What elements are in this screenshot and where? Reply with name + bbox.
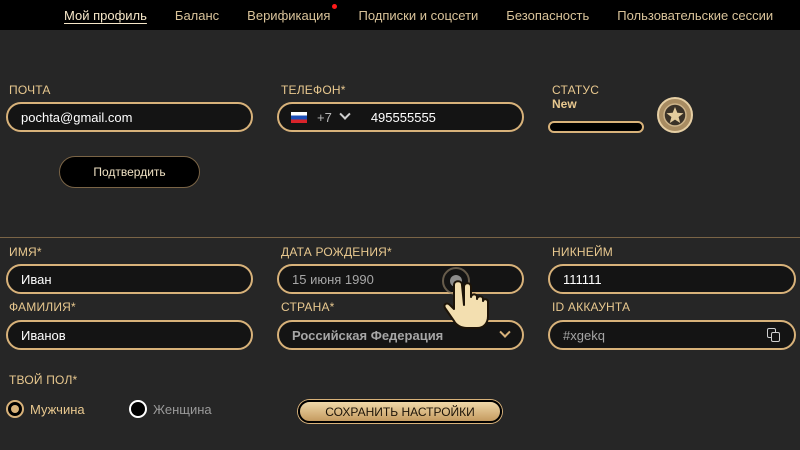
phone-code[interactable]: +7: [317, 110, 332, 125]
nickname-wrapper: [548, 264, 796, 294]
russia-flag-icon[interactable]: [291, 111, 307, 123]
account-id-field: [563, 327, 767, 343]
save-settings-button[interactable]: СОХРАНИТЬ НАСТРОЙКИ: [298, 400, 502, 423]
notification-dot: [332, 3, 338, 9]
status-label: СТАТУС: [552, 83, 600, 97]
section-divider: [0, 237, 800, 238]
last-name-field[interactable]: [21, 327, 238, 343]
gender-female-label: Женщина: [153, 401, 212, 417]
chevron-down-icon[interactable]: [499, 326, 511, 338]
phone-label: ТЕЛЕФОН*: [281, 83, 346, 97]
radio-checked-icon: [6, 400, 24, 418]
birth-date-label: ДАТА РОЖДЕНИЯ*: [281, 245, 392, 259]
status-value: New: [552, 97, 577, 111]
gender-male-radio[interactable]: Мужчина: [6, 400, 85, 418]
last-name-wrapper: [6, 320, 253, 350]
gender-label: ТВОЙ ПОЛ*: [9, 373, 78, 387]
top-nav: Мой профиль Баланс Верификация Подписки …: [0, 0, 800, 30]
gender-female-radio[interactable]: Женщина: [129, 400, 212, 418]
radio-unchecked-icon: [129, 400, 147, 418]
copy-icon[interactable]: [767, 328, 781, 342]
tab-verification-label: Верификация: [247, 7, 331, 23]
last-name-label: ФАМИЛИЯ*: [9, 300, 76, 314]
country-select[interactable]: [277, 320, 524, 350]
country-label: СТРАНА*: [281, 300, 335, 314]
email-label: ПОЧТА: [9, 83, 51, 97]
gender-male-label: Мужчина: [30, 401, 85, 417]
email-field[interactable]: [21, 109, 238, 125]
country-field[interactable]: [292, 327, 501, 343]
nickname-field[interactable]: [563, 271, 781, 287]
phone-field-wrapper: +7: [277, 102, 524, 132]
tab-balance[interactable]: Баланс: [175, 8, 219, 23]
email-field-wrapper: [6, 102, 253, 132]
confirm-button[interactable]: Подтвердить: [59, 156, 200, 188]
birth-date-wrapper: [277, 264, 524, 294]
tab-security[interactable]: Безопасность: [506, 8, 589, 23]
star-medal-icon: [656, 96, 694, 134]
tab-my-profile[interactable]: Мой профиль: [64, 8, 147, 23]
first-name-field[interactable]: [21, 271, 238, 287]
account-id-label: ID АККАУНТА: [552, 300, 631, 314]
birth-date-field[interactable]: [292, 271, 509, 287]
first-name-label: ИМЯ*: [9, 245, 42, 259]
tab-subscriptions[interactable]: Подписки и соцсети: [358, 8, 478, 23]
tab-user-sessions[interactable]: Пользовательские сессии: [617, 8, 773, 23]
chevron-down-icon[interactable]: [339, 108, 351, 120]
phone-number-field[interactable]: [370, 109, 491, 125]
first-name-wrapper: [6, 264, 253, 294]
status-progress-bar: [548, 121, 644, 133]
account-id-wrapper: [548, 320, 796, 350]
nickname-label: НИКНЕЙМ: [552, 245, 613, 259]
tab-verification[interactable]: Верификация: [247, 3, 338, 23]
